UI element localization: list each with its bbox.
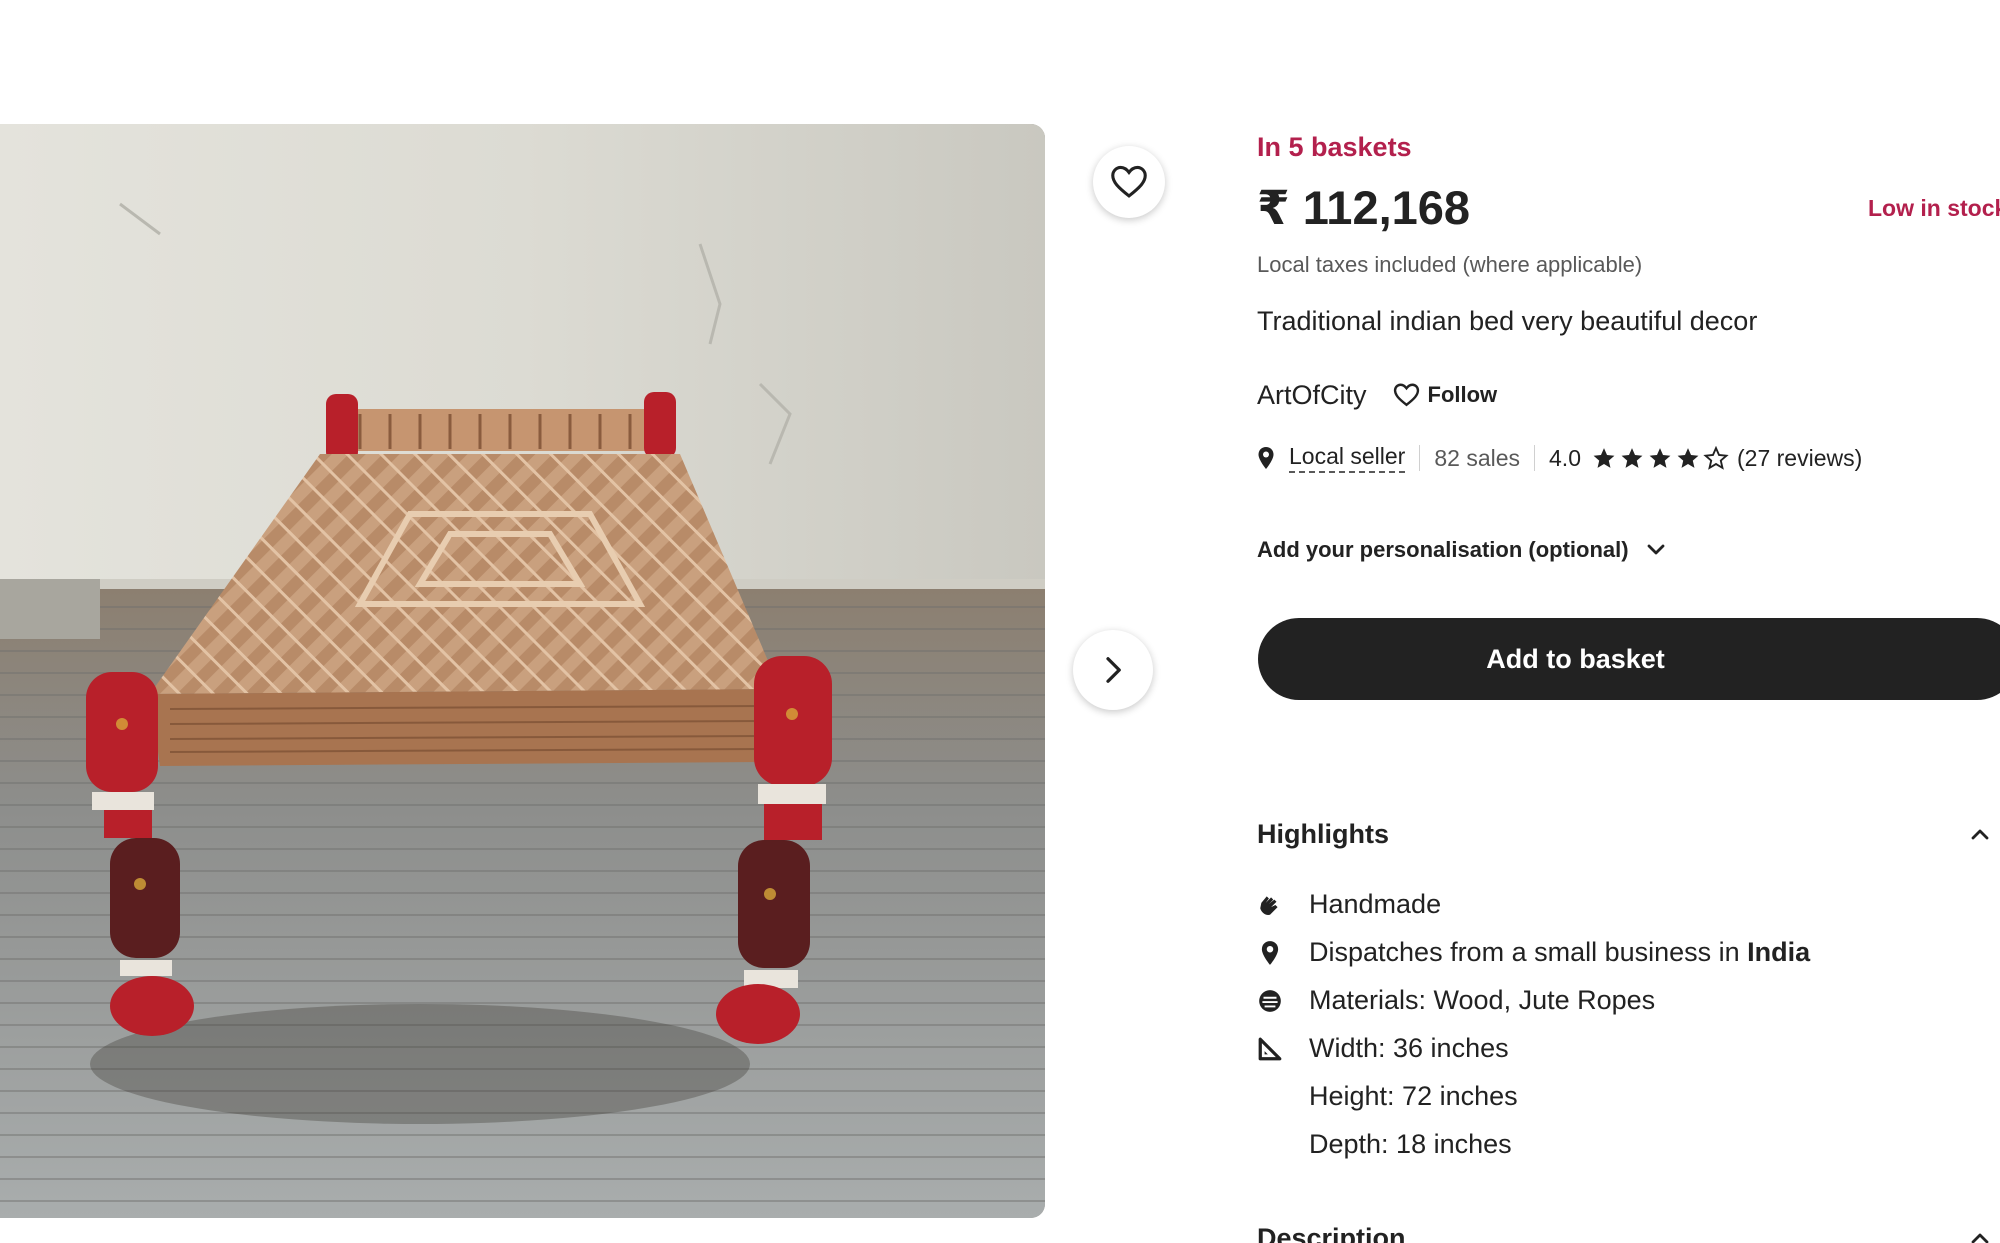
stock-status: Low in stock [1868, 195, 2000, 221]
highlight-dispatch: Dispatches from a small business in Indi… [1257, 928, 2000, 976]
shop-row: ArtOfCity Follow [1257, 378, 1497, 412]
product-info-panel: In 5 baskets ₹ 112,168 Low in stock Loca… [1257, 0, 2000, 1243]
highlight-height-text: Height: 72 inches [1309, 1080, 1518, 1111]
dispatch-prefix: Dispatches from a small business in [1309, 936, 1748, 967]
highlight-materials: Materials: Wood, Jute Ropes [1257, 976, 2000, 1024]
follow-shop-button[interactable]: Follow [1393, 382, 1498, 408]
divider [1419, 445, 1421, 471]
description-title: Description [1257, 1222, 1406, 1243]
highlight-width: Width: 36 inches [1257, 1024, 2000, 1072]
dispatch-country: India [1747, 936, 1811, 967]
highlight-handmade: Handmade [1257, 880, 2000, 928]
hand-icon [1260, 896, 1278, 915]
heart-icon [1111, 165, 1147, 198]
chevron-right-icon [1106, 657, 1121, 683]
star-filled-icon [1677, 447, 1699, 468]
local-seller-link[interactable]: Local seller [1289, 443, 1406, 473]
chevron-down-icon [1647, 544, 1664, 555]
next-image-button[interactable] [1073, 630, 1153, 710]
taxes-note: Local taxes included (where applicable) [1257, 252, 1643, 277]
product-image[interactable] [0, 124, 1045, 1218]
materials-icon [1259, 990, 1281, 1012]
chevron-up-icon [1971, 829, 1989, 840]
highlight-materials-text: Materials: Wood, Jute Ropes [1309, 984, 1656, 1015]
star-filled-icon [1649, 447, 1671, 468]
description-header[interactable]: Description [1257, 1220, 2000, 1243]
favorite-button[interactable] [1093, 146, 1165, 218]
star-filled-icon [1621, 447, 1643, 468]
add-to-basket-label: Add to basket [1486, 643, 1665, 674]
bed-photo [0, 124, 1045, 1218]
highlight-width-text: Width: 36 inches [1309, 1032, 1509, 1063]
heart-icon [1393, 383, 1419, 407]
chevron-up-icon [1971, 1233, 1989, 1243]
personalisation-label: Add your personalisation (optional) [1257, 537, 1629, 562]
seller-meta-row: Local seller 82 sales 4.0 (27 reviews) [1257, 440, 1862, 476]
star-filled-icon [1593, 447, 1615, 468]
price: ₹ 112,168 [1257, 181, 1471, 234]
sales-count: 82 sales [1434, 444, 1521, 471]
personalisation-toggle[interactable]: Add your personalisation (optional) [1257, 535, 1665, 565]
highlights-header[interactable]: Highlights [1257, 816, 2000, 852]
follow-label: Follow [1427, 382, 1498, 407]
highlight-dispatch-text: Dispatches from a small business in Indi… [1309, 937, 1810, 968]
highlight-depth-text: Depth: 18 inches [1309, 1128, 1512, 1159]
map-pin-icon [1258, 447, 1274, 469]
highlight-depth: Depth: 18 inches [1257, 1120, 2000, 1168]
highlight-handmade-text: Handmade [1309, 888, 1442, 919]
shop-name-link[interactable]: ArtOfCity [1257, 380, 1367, 411]
ruler-triangle-icon [1258, 1037, 1282, 1061]
divider [1534, 445, 1536, 471]
product-title: Traditional indian bed very beautiful de… [1257, 306, 1758, 336]
rating-value: 4.0 [1549, 444, 1581, 471]
listing-page: In 5 baskets ₹ 112,168 Low in stock Loca… [0, 0, 2000, 1243]
add-to-basket-button[interactable]: Add to basket [1258, 618, 2000, 700]
highlights-title: Highlights [1257, 818, 1389, 849]
map-pin-icon [1261, 941, 1279, 965]
star-rating [1591, 445, 1729, 471]
highlight-height: Height: 72 inches [1257, 1072, 2000, 1120]
highlights-list: Handmade Dispatches from a small busines… [1257, 880, 2000, 1168]
star-empty-icon [1703, 445, 1729, 470]
reviews-link[interactable]: (27 reviews) [1737, 445, 1862, 472]
in-baskets-label: In 5 baskets [1257, 132, 1412, 162]
